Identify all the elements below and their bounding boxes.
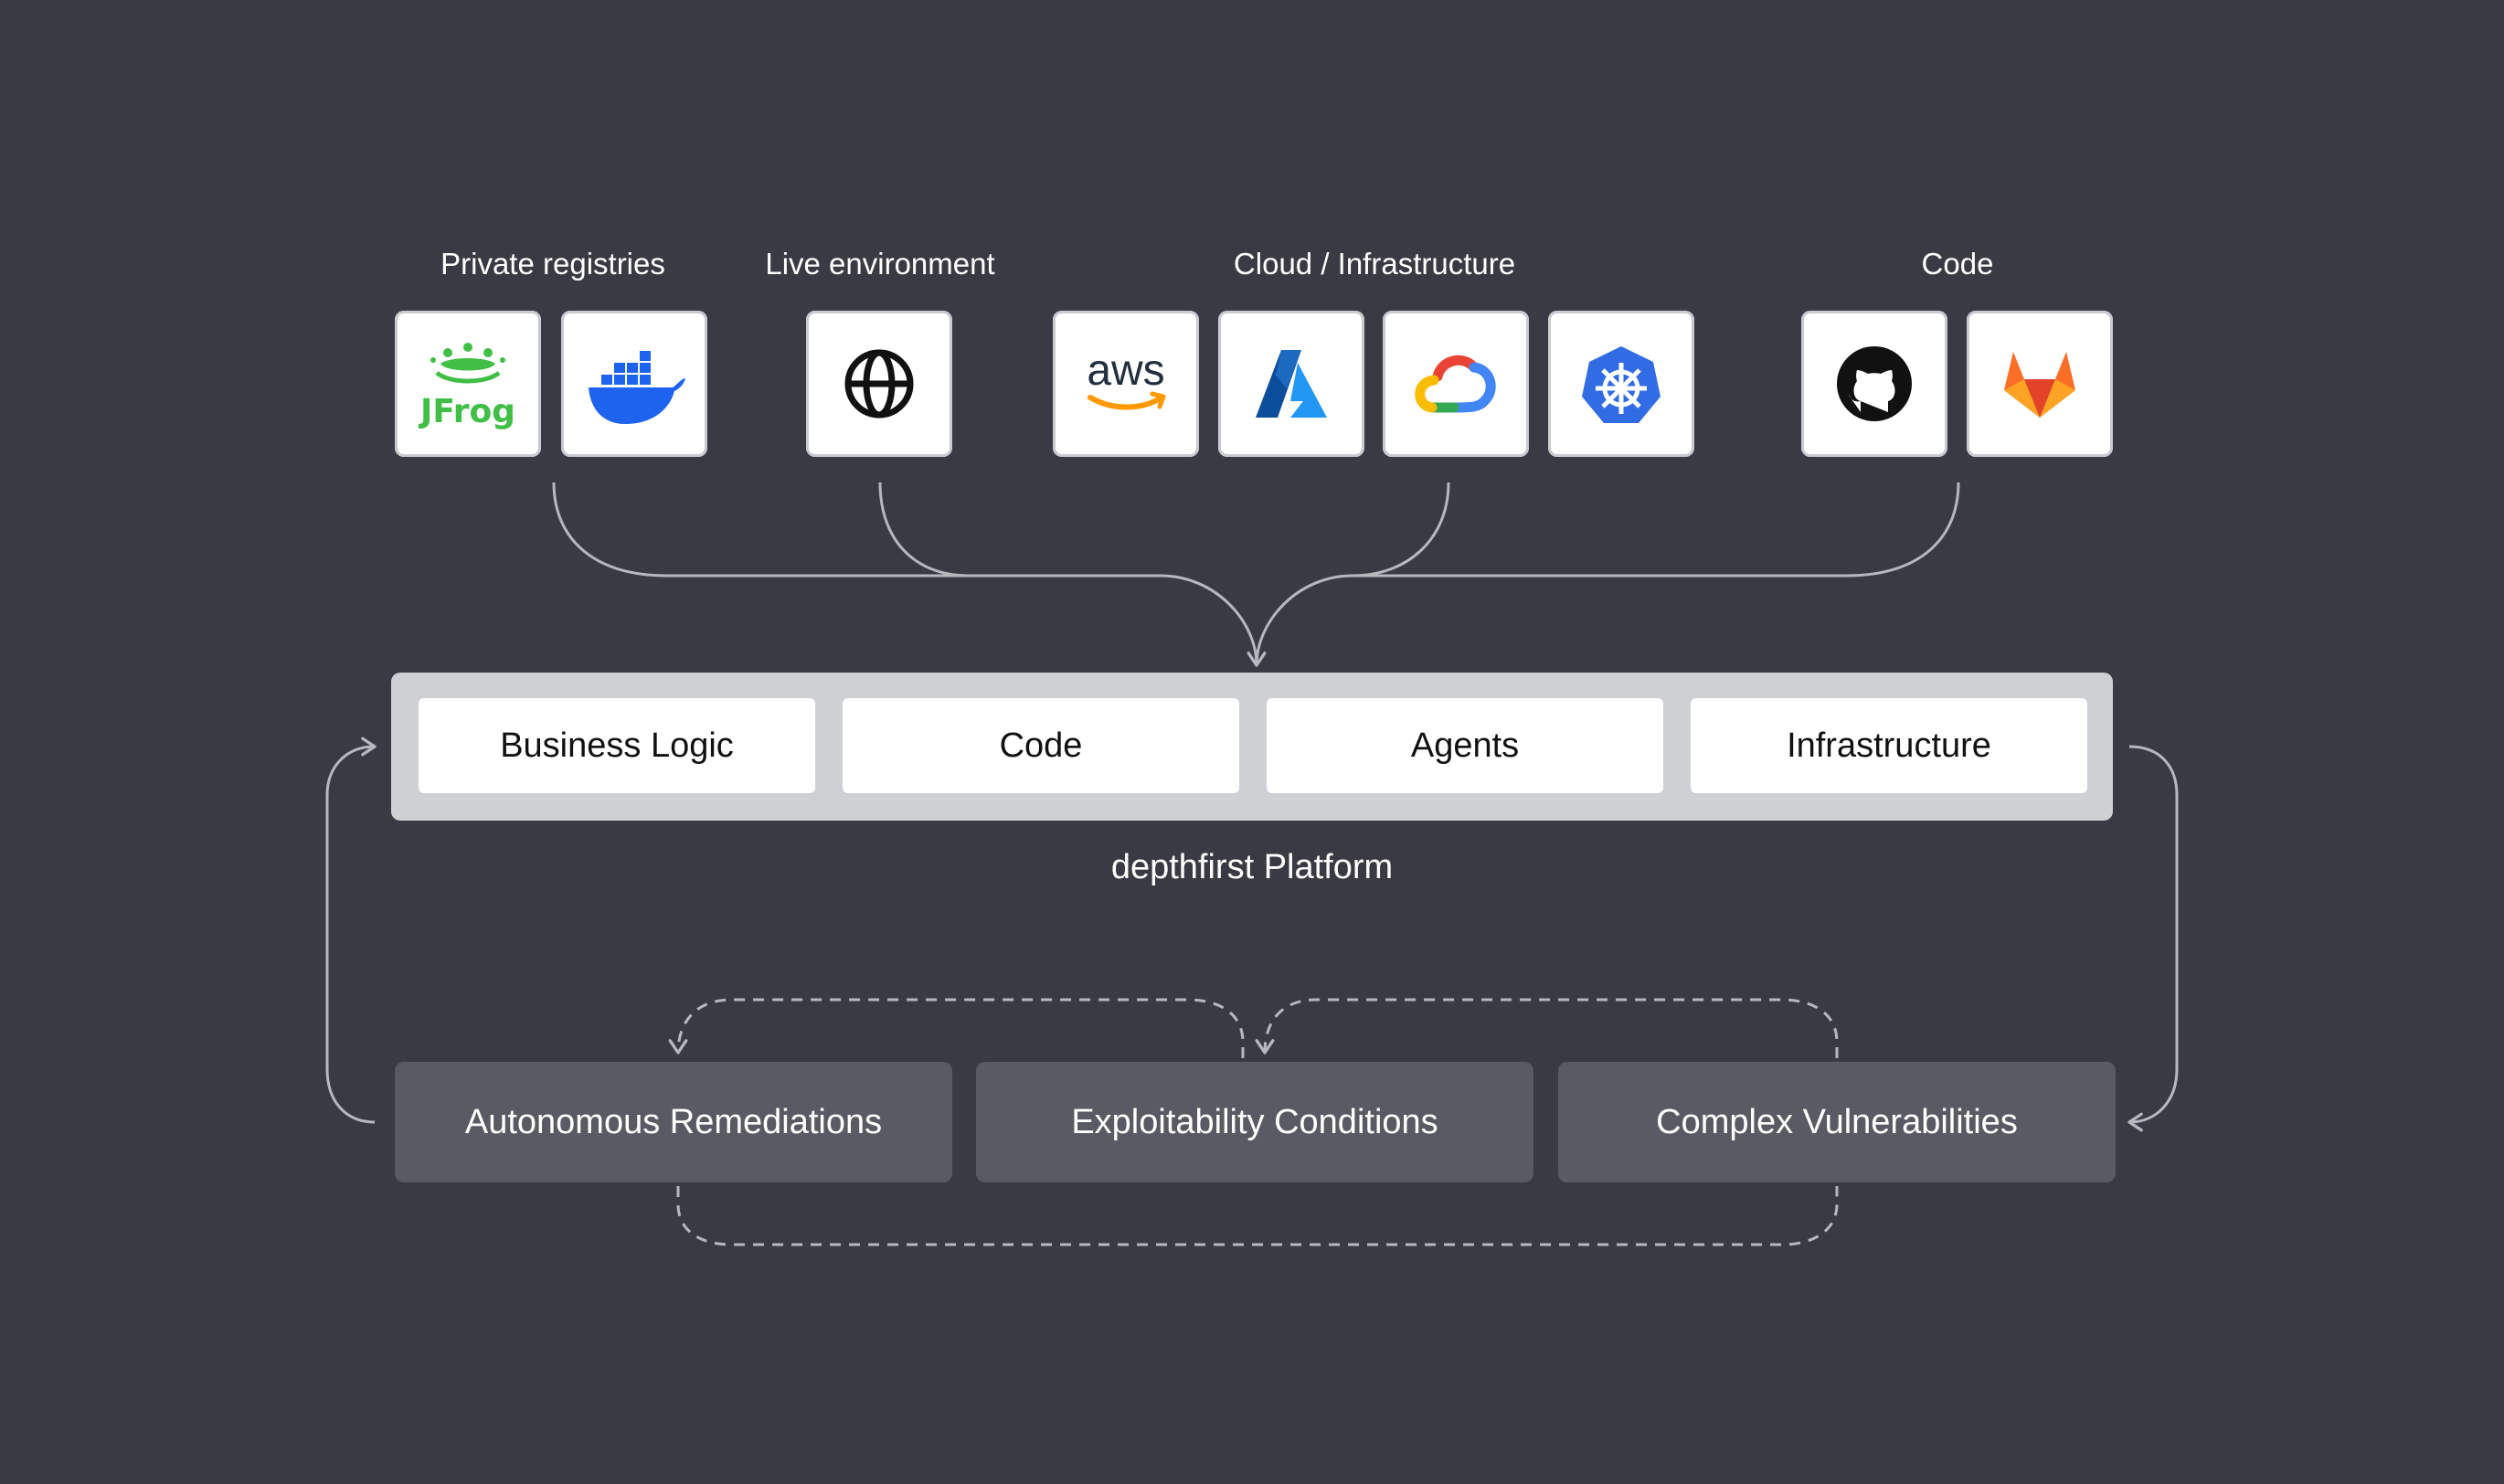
tile-google-cloud — [1383, 311, 1529, 457]
globe-icon — [844, 349, 914, 419]
tile-live-environment — [806, 311, 952, 457]
loop-right-arrow — [2127, 745, 2179, 1132]
group-label-live-environment: Live environment — [765, 247, 995, 281]
layer-infrastructure: Infrastructure — [1691, 698, 2087, 793]
loop-left-arrow — [325, 737, 377, 1124]
google-cloud-logo — [1415, 355, 1496, 413]
dashed-remediations-to-complexvuln — [676, 1186, 1839, 1246]
dashed-complexvuln-to-exploitability — [1255, 998, 1839, 1058]
group-label-code: Code — [1921, 247, 1994, 281]
layer-agents: Agents — [1267, 698, 1663, 793]
platform-name: depthfirst Platform — [1110, 848, 1394, 886]
tile-azure — [1218, 311, 1364, 457]
layer-code: Code — [843, 698, 1239, 793]
tile-kubernetes — [1548, 311, 1694, 457]
stage-complex-vulnerabilities: Complex Vulnerabilities — [1558, 1062, 2116, 1182]
tile-github — [1801, 311, 1947, 457]
group-label-private-registries: Private registries — [440, 247, 665, 281]
stage-exploitability-conditions: Exploitability Conditions — [976, 1062, 1533, 1182]
aws-wordmark: aws — [1087, 346, 1164, 395]
tile-gitlab — [1967, 311, 2113, 457]
aws-logo: aws — [1087, 346, 1166, 410]
layer-business-logic: Business Logic — [419, 698, 815, 793]
connector-private-registries — [552, 482, 1267, 667]
connector-live-environment — [878, 482, 970, 578]
platform-container: Business Logic Code Agents Infrastructur… — [391, 673, 2113, 821]
tile-jfrog: JFrog — [395, 311, 541, 457]
connector-code — [1353, 482, 1960, 578]
docker-logo — [589, 351, 685, 424]
tile-aws: aws — [1053, 311, 1199, 457]
jfrog-logo: JFrog — [418, 343, 515, 430]
jfrog-wordmark: JFrog — [418, 393, 515, 430]
tile-docker — [561, 311, 707, 457]
kubernetes-logo — [1582, 346, 1660, 423]
group-label-cloud-infrastructure: Cloud / Infrastructure — [1233, 247, 1516, 281]
gitlab-logo — [2004, 352, 2075, 418]
connector-cloud — [1255, 482, 1450, 666]
azure-logo — [1256, 350, 1327, 418]
stage-autonomous-remediations: Autonomous Remediations — [395, 1062, 952, 1182]
dashed-exploitability-to-remediations — [668, 998, 1245, 1058]
github-logo — [1837, 346, 1912, 421]
